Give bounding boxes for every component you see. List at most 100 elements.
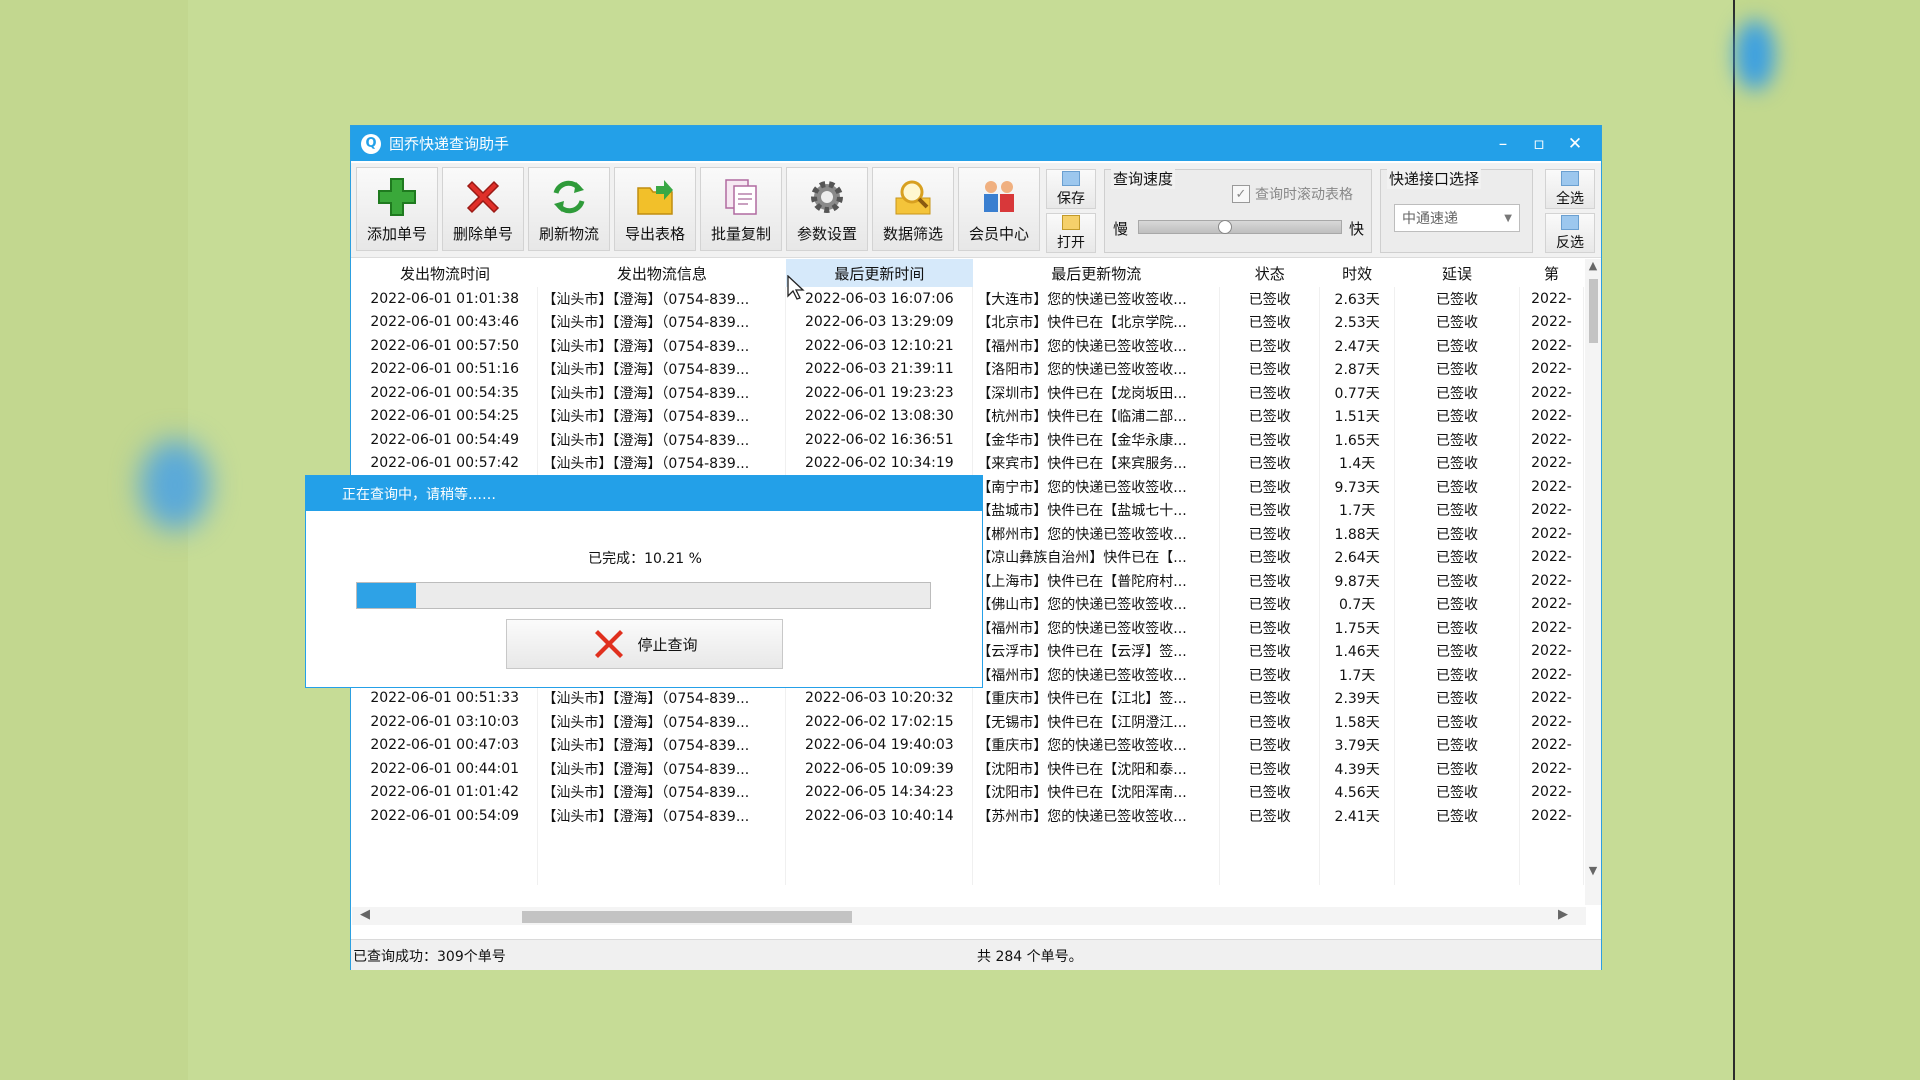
scroll-down-icon[interactable]: ▼ — [1585, 864, 1601, 877]
table-cell: 已签收 — [1219, 334, 1321, 358]
table-row[interactable]: 2022-06-01 00:47:03 【汕头市】【澄海】（0754-839...… — [352, 733, 1584, 757]
table-row[interactable]: 2022-06-01 00:44:01 【汕头市】【澄海】（0754-839...… — [352, 757, 1584, 781]
table-cell: 【汕头市】【澄海】（0754-839... — [537, 804, 787, 828]
table-row[interactable]: 2022-06-01 00:43:46 【汕头市】【澄海】（0754-839...… — [352, 310, 1584, 334]
minimize-icon[interactable]: – — [1485, 126, 1521, 161]
delete-number-button[interactable]: 删除单号 — [442, 167, 524, 251]
title-bar[interactable]: Q 固乔快递查询助手 – ▫ ✕ — [351, 126, 1601, 161]
scroll-right-icon[interactable]: ▶ — [1558, 907, 1568, 922]
checkmark-icon: ✓ — [1232, 185, 1250, 203]
table-row[interactable]: 2022-06-01 00:57:50 【汕头市】【澄海】（0754-839...… — [352, 334, 1584, 358]
table-cell: 2022-06-01 01:01:38 — [352, 287, 539, 311]
table-cell: 【无锡市】快件已在【江阴澄江... — [972, 710, 1221, 734]
save-button[interactable]: 保存 — [1046, 169, 1096, 209]
table-row[interactable]: 2022-06-01 00:51:33 【汕头市】【澄海】（0754-839...… — [352, 686, 1584, 710]
invert-select-button[interactable]: 反选 — [1545, 213, 1595, 253]
add-number-label: 添加单号 — [366, 225, 427, 243]
status-success-count: 已查询成功：309个单号 — [353, 949, 506, 965]
table-cell: 2022- — [1519, 663, 1584, 687]
table-row[interactable]: 2022-06-01 00:54:09 【汕头市】【澄海】（0754-839...… — [352, 804, 1584, 828]
column-header[interactable]: 最后更新时间 — [785, 259, 973, 287]
table-cell — [1519, 874, 1584, 885]
close-icon[interactable]: ✕ — [1557, 126, 1593, 161]
refresh-logistics-label: 刷新物流 — [538, 225, 599, 243]
table-row[interactable]: 2022-06-01 01:01:42 【汕头市】【澄海】（0754-839...… — [352, 780, 1584, 804]
table-cell: 2022-06-04 19:40:03 — [785, 733, 974, 757]
table-cell: 已签收 — [1394, 592, 1520, 616]
horizontal-scrollbar[interactable]: ◀ ▶ — [352, 907, 1586, 925]
open-button[interactable]: 打开 — [1046, 213, 1096, 253]
table-cell: 2022-06-05 14:34:23 — [785, 780, 974, 804]
scroll-table-checkbox[interactable]: ✓ 查询时滚动表格 — [1232, 184, 1353, 204]
column-header[interactable]: 延误 — [1394, 259, 1520, 287]
table-cell — [972, 827, 1221, 851]
table-cell — [1319, 874, 1396, 885]
horizontal-scroll-thumb[interactable] — [522, 911, 852, 923]
courier-api-select[interactable]: 中通速递 ▼ — [1394, 204, 1520, 232]
data-filter-button[interactable]: 数据筛选 — [872, 167, 954, 251]
table-row[interactable]: 2022-06-01 00:51:16 【汕头市】【澄海】（0754-839...… — [352, 357, 1584, 381]
backdrop-blur — [140, 440, 210, 530]
maximize-icon[interactable]: ▫ — [1521, 126, 1557, 161]
api-group: 快递接口选择 中通速递 ▼ — [1380, 168, 1533, 253]
table-cell: 2022- — [1519, 686, 1584, 710]
table-cell: 已签收 — [1219, 639, 1321, 663]
data-filter-label: 数据筛选 — [882, 225, 943, 243]
scroll-left-icon[interactable]: ◀ — [360, 907, 370, 922]
table-cell: 4.39天 — [1319, 757, 1396, 781]
table-cell: 2022-06-02 17:02:15 — [785, 710, 974, 734]
speed-slider-thumb[interactable] — [1218, 220, 1232, 234]
vertical-scroll-thumb[interactable] — [1589, 279, 1598, 343]
refresh-logistics-button[interactable]: 刷新物流 — [528, 167, 610, 251]
table-row[interactable]: 2022-06-01 01:01:38 【汕头市】【澄海】（0754-839...… — [352, 287, 1584, 311]
column-header[interactable]: 发出物流时间 — [352, 259, 538, 287]
table-row[interactable]: 2022-06-01 00:57:42 【汕头市】【澄海】（0754-839...… — [352, 451, 1584, 475]
table-row[interactable]: 2022-06-01 03:10:03 【汕头市】【澄海】（0754-839...… — [352, 710, 1584, 734]
column-header[interactable]: 第 — [1519, 259, 1584, 287]
scroll-up-icon[interactable]: ▲ — [1585, 259, 1601, 272]
table-row[interactable]: 2022-06-01 00:54:49 【汕头市】【澄海】（0754-839...… — [352, 428, 1584, 452]
table-row[interactable]: 2022-06-01 00:54:35 【汕头市】【澄海】（0754-839...… — [352, 381, 1584, 405]
column-header[interactable]: 状态 — [1219, 259, 1320, 287]
table-row[interactable]: 2022-06-01 00:54:25 【汕头市】【澄海】（0754-839...… — [352, 404, 1584, 428]
batch-copy-button[interactable]: 批量复制 — [700, 167, 782, 251]
invert-select-label: 反选 — [1556, 234, 1584, 251]
column-header[interactable]: 时效 — [1319, 259, 1395, 287]
open-icon — [1062, 214, 1080, 230]
table-cell: 【重庆市】您的快递已签收签收... — [972, 733, 1221, 757]
column-header[interactable]: 发出物流信息 — [537, 259, 786, 287]
speed-slider[interactable] — [1138, 220, 1342, 234]
table-cell: 2022- — [1519, 757, 1584, 781]
status-total-count: 共 284 个单号。 — [977, 949, 1083, 965]
table-cell: 【沈阳市】快件已在【沈阳和泰... — [972, 757, 1221, 781]
stop-query-button[interactable]: 停止查询 — [506, 619, 783, 669]
settings-button[interactable]: 参数设置 — [786, 167, 868, 251]
table-cell — [785, 827, 974, 851]
table-cell — [1394, 851, 1520, 875]
select-all-button[interactable]: 全选 — [1545, 169, 1595, 209]
table-cell: 【汕头市】【澄海】（0754-839... — [537, 404, 787, 428]
table-cell: 已签收 — [1219, 357, 1321, 381]
progress-dialog-title: 正在查询中，请稍等…… — [306, 476, 982, 511]
table-cell — [1219, 851, 1321, 875]
table-cell: 已签收 — [1219, 381, 1321, 405]
table-cell: 【郴州市】您的快递已签收签收... — [972, 522, 1221, 546]
vertical-scrollbar[interactable]: ▲ ▼ — [1585, 259, 1601, 905]
column-header[interactable]: 最后更新物流 — [972, 259, 1220, 287]
delete-number-label: 删除单号 — [452, 225, 513, 243]
export-table-button[interactable]: 导出表格 — [614, 167, 696, 251]
member-center-button[interactable]: 会员中心 — [958, 167, 1040, 251]
open-label: 打开 — [1057, 234, 1085, 251]
table-cell — [1394, 874, 1520, 885]
table-cell: 【汕头市】【澄海】（0754-839... — [537, 287, 787, 311]
export-table-label: 导出表格 — [624, 225, 685, 243]
table-cell: 【深圳市】快件已在【龙岗坂田... — [972, 381, 1221, 405]
progress-percent-text: 已完成：10.21 % — [588, 551, 702, 567]
table-cell: 2022- — [1519, 592, 1584, 616]
table-cell: 【重庆市】快件已在【江北】签... — [972, 686, 1221, 710]
table-cell: 2022- — [1519, 780, 1584, 804]
table-cell: 1.4天 — [1319, 451, 1396, 475]
add-number-button[interactable]: 添加单号 — [356, 167, 438, 251]
toolbar: 添加单号 删除单号 刷新物流 导出表格 批量复制 参数设置 数据筛选 会员中心 … — [351, 163, 1601, 258]
table-cell: 1.65天 — [1319, 428, 1396, 452]
